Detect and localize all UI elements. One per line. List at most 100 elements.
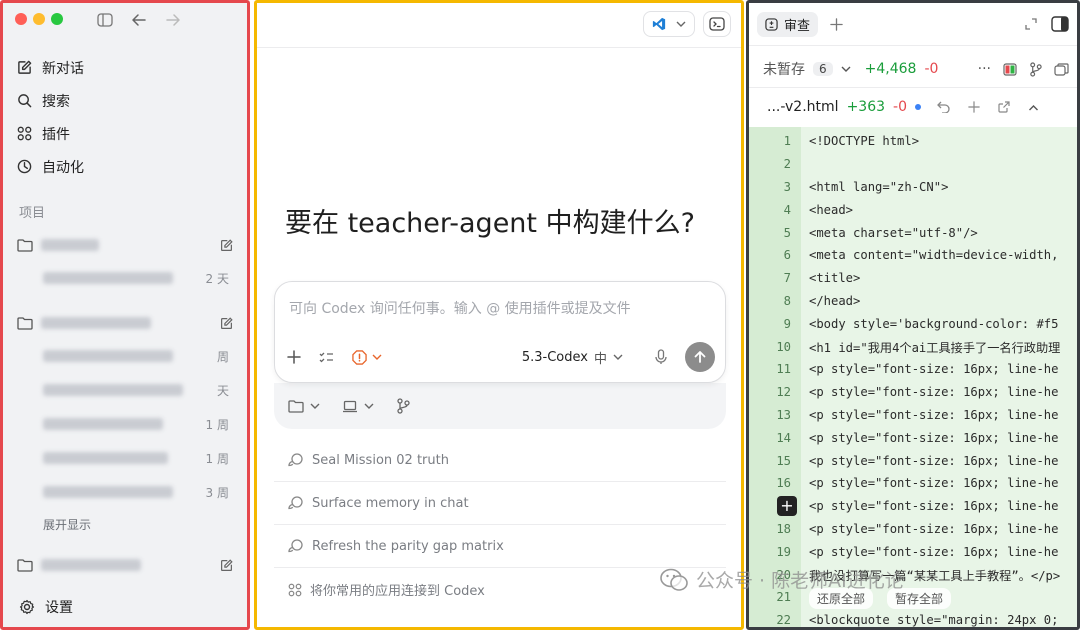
add-attachment-button[interactable]	[287, 350, 301, 364]
back-arrow-icon[interactable]	[131, 13, 147, 27]
suggestion-item[interactable]: Seal Mission 02 truth	[274, 439, 726, 482]
conversation-title-redacted	[43, 272, 173, 284]
file-tools	[937, 101, 1039, 113]
diff-view-icon[interactable]	[1003, 62, 1017, 76]
nav-automation[interactable]: 自动化	[17, 150, 233, 183]
chevron-down-icon	[364, 403, 374, 409]
sidebar-nav: 新对话 搜索 插件 自动化	[17, 51, 233, 183]
branch-icon[interactable]	[396, 398, 410, 414]
undo-icon[interactable]	[937, 101, 950, 113]
conversation-item[interactable]: 天	[17, 373, 233, 407]
checklist-button[interactable]	[319, 351, 334, 364]
project-row[interactable]	[17, 549, 233, 581]
microphone-icon	[655, 349, 667, 364]
panel-toggle-icon[interactable]	[1051, 16, 1069, 32]
suggestion-item[interactable]: 将你常用的应用连接到 Codex	[274, 568, 726, 611]
modified-dot	[914, 104, 921, 110]
edit-icon[interactable]	[220, 316, 233, 330]
diff-icon	[765, 17, 778, 31]
open-in-editor-dropdown[interactable]	[643, 11, 695, 37]
code-text: <body style='background-color: #f5	[809, 316, 1059, 331]
maximize-window-button[interactable]	[51, 13, 63, 25]
divider	[749, 45, 1077, 46]
suggestion-label: 将你常用的应用连接到 Codex	[310, 584, 485, 599]
file-name: ...-v2.html	[767, 99, 839, 115]
reasoning-level: 中	[593, 351, 607, 367]
code-line: 14 <p style="font-size: 16px; line-he	[749, 426, 1077, 449]
model-selector[interactable]: 5.3-Codex 中	[522, 348, 623, 367]
conversation-item[interactable]: 2 天	[17, 261, 233, 295]
sidebar-toggle-icon[interactable]	[97, 13, 113, 27]
nav-plugins[interactable]: 插件	[17, 117, 233, 150]
tab-review[interactable]: 审查	[757, 11, 819, 37]
code-text: <meta content="width=device-width,	[809, 248, 1059, 263]
more-options-icon[interactable]: ···	[978, 61, 991, 77]
forward-arrow-icon[interactable]	[165, 13, 181, 27]
settings-button[interactable]: 设置	[19, 597, 73, 617]
chat-bubble-icon	[288, 539, 303, 553]
chat-bubble-icon	[288, 496, 303, 510]
local-folder-dropdown[interactable]	[288, 399, 320, 413]
prompt-composer[interactable]: 可向 Codex 询问任何事。输入 @ 使用插件或提及文件 5.3-Codex …	[274, 281, 726, 383]
edit-icon[interactable]	[220, 238, 233, 252]
line-number: 1	[783, 134, 791, 149]
chevron-down-icon[interactable]	[841, 66, 851, 73]
diff-code-view[interactable]: 1 <!DOCTYPE html> 2 3 <html lang="zh-CN"> 4 <h…	[749, 127, 1077, 627]
suggestion-label: Refresh the parity gap matrix	[312, 538, 504, 554]
conversation-age: 1 周	[205, 451, 229, 466]
project-row[interactable]	[17, 307, 233, 339]
file-additions: +363	[846, 99, 886, 115]
conversation-item[interactable]: 周	[17, 339, 233, 373]
environment-dropdown[interactable]	[342, 400, 374, 413]
composer-tools: 5.3-Codex 中	[287, 342, 715, 372]
main-toolbar	[643, 11, 731, 37]
panel-controls	[1025, 16, 1069, 32]
line-number: 15	[776, 453, 791, 468]
composer-context-bar	[274, 383, 726, 429]
edit-icon[interactable]	[220, 558, 233, 572]
terminal-button[interactable]	[703, 11, 731, 37]
suggestion-item[interactable]: Surface memory in chat	[274, 482, 726, 525]
conversation-item[interactable]: 1 周	[17, 441, 233, 475]
code-line: 10 <h1 id="我用4个ai工具接手了一名行政助理	[749, 335, 1077, 358]
arrow-up-icon	[694, 351, 706, 363]
code-text: </head>	[809, 293, 861, 308]
suggestion-item[interactable]: Refresh the parity gap matrix	[274, 525, 726, 568]
add-tab-button[interactable]	[830, 17, 843, 31]
expand-more-link[interactable]: 展开显示	[17, 509, 233, 539]
conversation-item[interactable]: 3 周	[17, 475, 233, 509]
copy-window-icon[interactable]	[1054, 62, 1069, 76]
gear-icon	[19, 599, 35, 615]
external-link-icon[interactable]	[998, 101, 1010, 113]
project-name-redacted	[41, 317, 151, 329]
clock-icon	[17, 159, 32, 174]
minimize-window-button[interactable]	[33, 13, 45, 25]
prompt-input-placeholder[interactable]: 可向 Codex 询问任何事。输入 @ 使用插件或提及文件	[289, 298, 631, 318]
conversation-item[interactable]: 1 周	[17, 407, 233, 441]
add-comment-button[interactable]: +	[777, 495, 797, 516]
nav-new-chat[interactable]: 新对话	[17, 51, 233, 84]
line-number: 6	[783, 248, 791, 263]
settings-label: 设置	[45, 600, 73, 616]
code-text: <head>	[809, 202, 854, 217]
line-number: 13	[776, 407, 791, 422]
nav-search[interactable]: 搜索	[17, 84, 233, 117]
close-window-button[interactable]	[15, 13, 27, 25]
line-number: 10	[776, 339, 791, 354]
chevron-down-icon	[310, 403, 320, 409]
line-number: 12	[776, 385, 791, 400]
plus-icon[interactable]	[968, 101, 980, 113]
expand-icon[interactable]	[1025, 18, 1037, 30]
approval-mode-dropdown[interactable]	[352, 349, 382, 365]
microphone-button[interactable]	[655, 349, 667, 365]
code-line: 3 <html lang="zh-CN">	[749, 176, 1077, 199]
project-row[interactable]	[17, 229, 233, 261]
branch-icon[interactable]	[1029, 61, 1042, 77]
code-line: 22 <blockquote style="margin: 24px 0;	[749, 609, 1077, 627]
deletions-count: -0	[924, 61, 939, 77]
send-button[interactable]	[685, 342, 715, 372]
file-header[interactable]: ...-v2.html +363 -0	[767, 99, 1069, 115]
chevron-up-icon[interactable]	[1028, 104, 1039, 111]
conversation-age: 2 天	[205, 271, 229, 286]
model-name: 5.3-Codex	[521, 349, 588, 365]
